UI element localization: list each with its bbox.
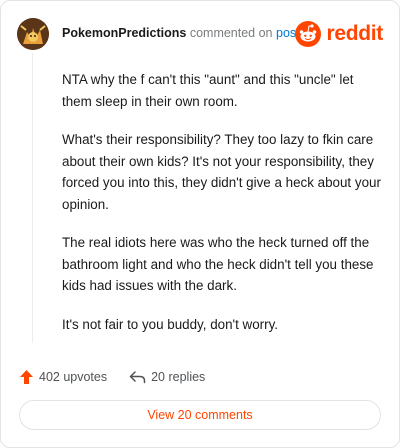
view-comments-button[interactable]: View 20 comments <box>19 400 381 430</box>
reddit-wordmark: reddit <box>326 22 383 45</box>
comment-paragraph: The real idiots here was who the heck tu… <box>62 235 374 293</box>
comment-card: PokemonPredictions commented on post red… <box>0 0 400 448</box>
avatar-image <box>17 18 49 50</box>
upvotes-count: 402 upvotes <box>39 370 108 384</box>
username[interactable]: PokemonPredictions <box>62 26 186 40</box>
reddit-logo[interactable]: reddit <box>295 18 383 50</box>
thread-line <box>32 53 33 343</box>
replies-count: 20 replies <box>151 370 206 384</box>
commented-on-text: commented on <box>189 26 273 40</box>
comment-attribution: PokemonPredictions commented on post <box>62 26 300 40</box>
comment-stats: 402 upvotes 20 replies <box>19 367 205 387</box>
replies-stat[interactable]: 20 replies <box>129 370 205 384</box>
avatar[interactable] <box>17 18 49 50</box>
comment-paragraph: It's not fair to you buddy, don't worry. <box>62 316 278 332</box>
reply-arrow-icon <box>129 371 146 384</box>
upvotes-stat[interactable]: 402 upvotes <box>19 369 107 385</box>
comment-paragraph: NTA why the f can't this "aunt" and this… <box>62 72 354 109</box>
comment-paragraph: What's their responsibility? They too la… <box>62 132 381 212</box>
reddit-snoo-icon <box>295 21 322 47</box>
comment-body: NTA why the f can't this "aunt" and this… <box>62 69 382 352</box>
upvote-arrow-icon <box>20 370 33 384</box>
comment-header: PokemonPredictions commented on post red… <box>17 17 383 51</box>
